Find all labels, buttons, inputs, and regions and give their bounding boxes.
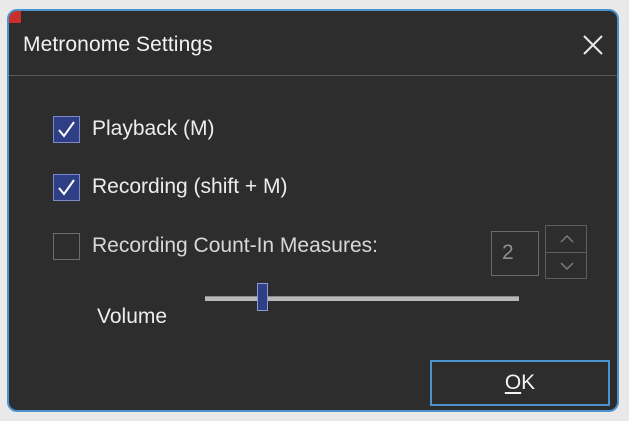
chevron-up-icon [560, 234, 574, 243]
count-in-label: Recording Count-In Measures: [92, 234, 378, 257]
playback-option[interactable]: Playback (M) [53, 114, 215, 144]
close-button[interactable] [581, 33, 605, 57]
count-in-option[interactable]: Recording Count-In Measures: [53, 231, 378, 261]
count-in-measures-input[interactable]: 2 [491, 231, 539, 276]
ok-button[interactable]: OK [430, 360, 610, 406]
decrement-button[interactable] [545, 252, 587, 279]
ok-mnemonic: O [504, 371, 522, 394]
count-in-checkbox[interactable] [53, 232, 80, 260]
close-icon [583, 35, 603, 55]
volume-label: Volume [97, 305, 168, 328]
chevron-down-icon [560, 262, 574, 271]
playback-checkbox[interactable] [53, 115, 80, 143]
volume-slider-thumb[interactable] [257, 283, 268, 311]
volume-slider[interactable] [205, 283, 519, 313]
checkmark-icon [58, 120, 75, 138]
recording-checkbox[interactable] [53, 173, 80, 201]
increment-button[interactable] [545, 225, 587, 252]
playback-label: Playback (M) [92, 117, 215, 140]
ok-label-rest: K [521, 371, 536, 394]
volume-slider-track [205, 296, 519, 301]
checkmark-icon [58, 178, 75, 196]
recording-label: Recording (shift + M) [92, 175, 288, 198]
metronome-settings-dialog: Metronome Settings Playback (M) Recordin… [7, 9, 619, 412]
dialog-title: Metronome Settings [23, 33, 213, 56]
recording-option[interactable]: Recording (shift + M) [53, 172, 287, 202]
count-in-stepper [545, 225, 587, 281]
titlebar: Metronome Settings [9, 11, 617, 76]
